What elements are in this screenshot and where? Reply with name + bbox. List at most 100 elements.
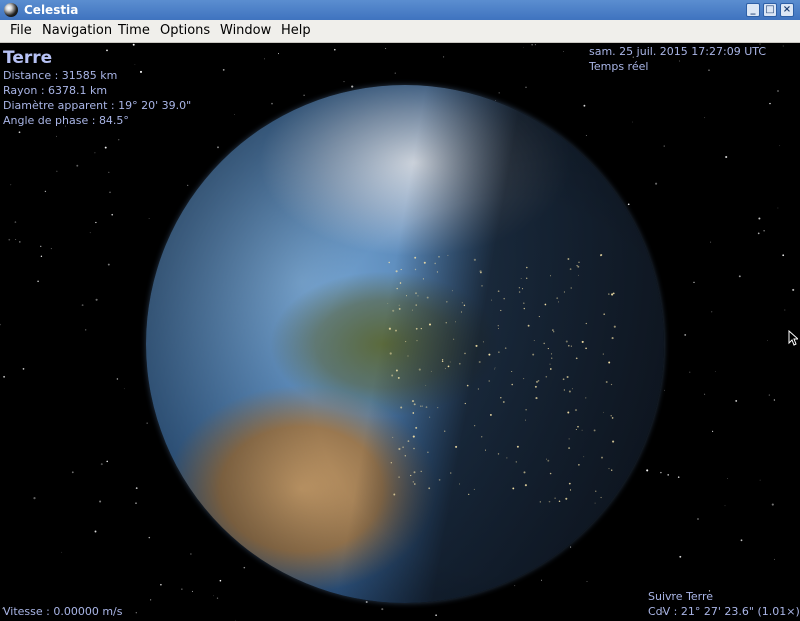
star [89, 232, 91, 234]
star [15, 239, 17, 240]
city-light [464, 352, 466, 355]
city-light [438, 479, 441, 481]
menu-options[interactable]: Options [156, 23, 214, 39]
city-light [398, 307, 401, 310]
city-light [611, 469, 613, 471]
menu-file[interactable]: File [6, 23, 36, 39]
city-light [444, 430, 446, 432]
city-light [468, 493, 470, 496]
menu-navigation[interactable]: Navigation [38, 23, 116, 39]
city-light [500, 397, 502, 399]
city-light [532, 353, 535, 356]
city-light [577, 265, 580, 268]
star [10, 184, 12, 186]
city-light [397, 376, 400, 379]
city-light [575, 429, 577, 430]
menu-help[interactable]: Help [277, 23, 315, 39]
city-light [612, 292, 615, 295]
menu-time[interactable]: Time [114, 23, 154, 39]
city-light [391, 374, 394, 377]
menu-window[interactable]: Window [216, 23, 275, 39]
star [763, 230, 765, 232]
city-light [581, 429, 583, 431]
city-light [575, 357, 578, 360]
city-light [543, 342, 545, 345]
city-light [445, 300, 448, 303]
star [769, 102, 771, 105]
star [56, 170, 58, 172]
city-light [449, 472, 452, 474]
star [95, 298, 98, 301]
star [523, 47, 524, 48]
city-light [500, 309, 502, 312]
city-light [521, 288, 524, 290]
city-light [595, 490, 597, 492]
city-light [404, 455, 406, 457]
city-light [611, 417, 614, 419]
city-light [494, 367, 496, 369]
object-distance: Distance : 31585 km [3, 69, 118, 82]
city-light [466, 384, 469, 387]
city-light [601, 456, 603, 459]
city-light [411, 309, 413, 311]
city-light [547, 348, 549, 350]
city-light [458, 362, 461, 365]
star [712, 430, 714, 432]
city-light [419, 405, 422, 408]
city-light [611, 337, 614, 340]
city-light [395, 329, 397, 332]
star [740, 539, 743, 542]
city-light [518, 291, 521, 293]
star [334, 48, 336, 51]
city-light [612, 440, 615, 443]
city-light [444, 368, 446, 370]
city-light [455, 445, 458, 448]
city-light [535, 380, 539, 383]
city-light [537, 379, 540, 382]
city-light [426, 296, 429, 299]
city-light [484, 449, 487, 451]
city-light [389, 352, 392, 355]
city-light [548, 500, 551, 503]
minimize-button[interactable]: _ [746, 3, 760, 17]
city-light [414, 483, 416, 485]
city-light [388, 261, 390, 264]
star [714, 371, 716, 372]
city-light [447, 365, 450, 368]
star [677, 476, 680, 478]
star [664, 389, 666, 391]
city-light [430, 370, 432, 372]
city-light [545, 375, 548, 378]
star [711, 311, 713, 313]
star [18, 131, 21, 134]
star [704, 393, 706, 395]
city-light [574, 409, 578, 412]
star [14, 221, 17, 223]
city-light [481, 285, 483, 287]
star [771, 503, 774, 506]
city-light [613, 325, 616, 328]
maximize-button[interactable]: □ [763, 3, 777, 17]
title-bar[interactable]: Celestia _ □ × [0, 0, 800, 20]
window-title: Celestia [24, 3, 79, 17]
city-light [393, 493, 396, 496]
star [757, 232, 760, 235]
city-light [515, 461, 517, 463]
speed-readout: Vitesse : 0.00000 m/s [3, 605, 123, 618]
earth-globe[interactable] [146, 85, 664, 603]
star [44, 190, 47, 193]
city-light [554, 497, 556, 499]
star [531, 44, 533, 46]
close-button[interactable]: × [780, 3, 794, 17]
star [108, 171, 110, 174]
star [385, 47, 387, 49]
star [76, 164, 79, 167]
3d-viewport[interactable]: Terre Distance : 31585 km Rayon : 6378.1… [0, 43, 800, 621]
city-light [395, 270, 398, 273]
star [697, 518, 699, 520]
star [381, 608, 384, 611]
star [71, 471, 74, 474]
city-light [413, 403, 416, 406]
star [792, 288, 795, 291]
city-light [427, 451, 429, 454]
